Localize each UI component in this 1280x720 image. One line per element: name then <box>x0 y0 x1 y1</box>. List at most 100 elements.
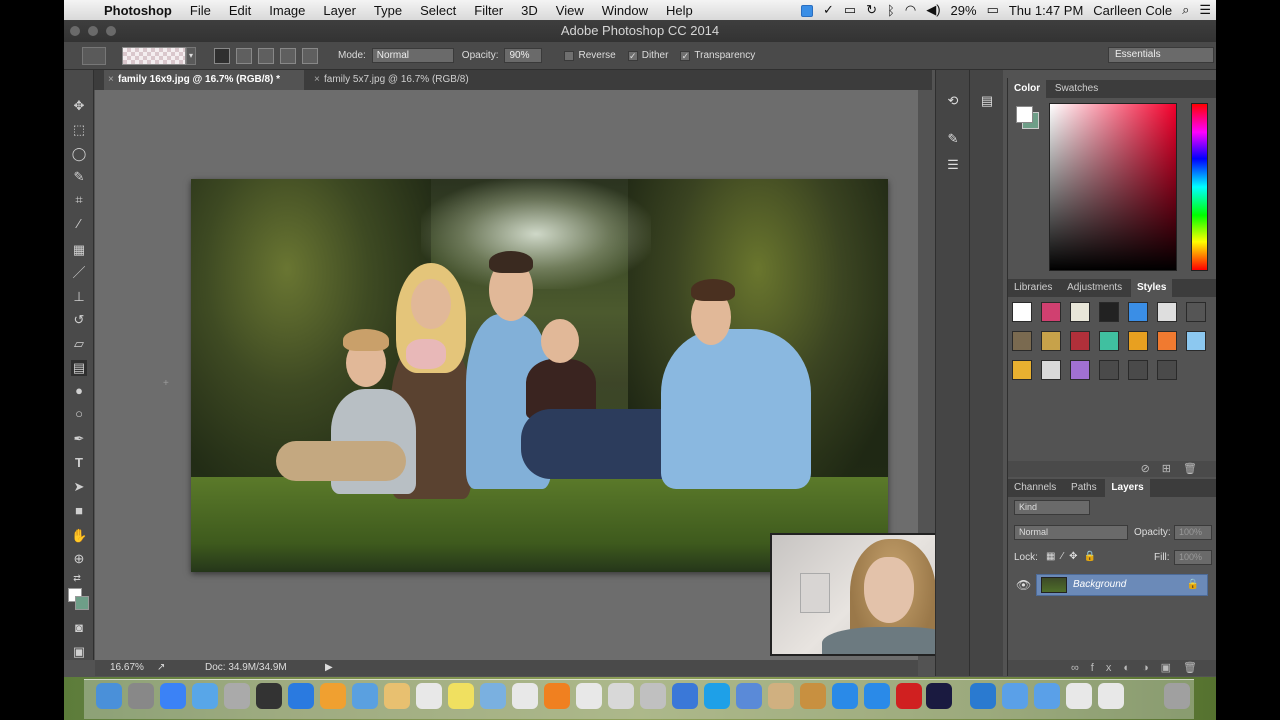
photo-booth-icon[interactable] <box>480 683 506 709</box>
menu-layer[interactable]: Layer <box>314 3 365 18</box>
style-preset-swatch[interactable] <box>1157 302 1177 322</box>
screen-mode-icon[interactable]: ▣ <box>71 644 87 660</box>
crop-tool-icon[interactable]: ⌗ <box>71 192 87 208</box>
eraser-tool-icon[interactable]: ▱ <box>71 336 87 352</box>
reminders-icon[interactable] <box>416 683 442 709</box>
clone-stamp-tool-icon[interactable]: ⊥ <box>71 289 87 305</box>
swap-colors-icon[interactable]: ⇄ <box>67 570 87 586</box>
history-panel-icon[interactable]: ⟲ <box>942 92 964 110</box>
folder-icon[interactable] <box>970 683 996 709</box>
documents-icon[interactable] <box>1066 683 1092 709</box>
zoom-tool-icon[interactable]: ⊕ <box>71 551 87 567</box>
menu-select[interactable]: Select <box>411 3 465 18</box>
folder-icon[interactable] <box>1002 683 1028 709</box>
background-color-swatch[interactable] <box>75 596 89 610</box>
style-preset-swatch[interactable] <box>1128 302 1148 322</box>
preview-icon[interactable] <box>352 683 378 709</box>
layer-filter-kind[interactable]: Kind <box>1014 500 1090 515</box>
dither-checkbox[interactable]: ✓ <box>627 50 638 61</box>
reverse-checkbox[interactable] <box>564 50 575 61</box>
quicktime-icon[interactable] <box>672 683 698 709</box>
layer-row-background[interactable]: Background 🔒 <box>1036 574 1208 596</box>
menu-view[interactable]: View <box>547 3 593 18</box>
brush-panel-icon[interactable]: ✎ <box>942 130 964 148</box>
menu-filter[interactable]: Filter <box>465 3 512 18</box>
style-preset-swatch[interactable] <box>1041 331 1061 351</box>
share-icon[interactable]: ↗ <box>157 660 165 676</box>
status-menu-arrow-icon[interactable]: ▶ <box>325 660 333 676</box>
menu-app-name[interactable]: Photoshop <box>100 3 181 18</box>
healing-brush-tool-icon[interactable]: ▦ <box>71 242 87 258</box>
menu-help[interactable]: Help <box>657 3 702 18</box>
folder-icon[interactable] <box>1034 683 1060 709</box>
time-machine-icon[interactable]: ↻ <box>861 2 882 18</box>
mode-dropdown[interactable]: Normal <box>371 48 454 63</box>
photo-slideshow-icon[interactable] <box>800 683 826 709</box>
radial-gradient-button[interactable] <box>236 47 252 64</box>
brush-tool-icon[interactable]: ／ <box>71 265 87 281</box>
style-preset-swatch[interactable] <box>1186 331 1206 351</box>
facetime-icon[interactable] <box>832 683 858 709</box>
layer-opacity-field[interactable]: 100% <box>1174 525 1212 540</box>
style-preset-swatch[interactable] <box>1012 331 1032 351</box>
pen-tool-icon[interactable]: ✒ <box>71 431 87 447</box>
tab-styles[interactable]: Styles <box>1130 279 1173 297</box>
style-preset-swatch[interactable] <box>1070 302 1090 322</box>
tab-paths[interactable]: Paths <box>1065 479 1103 497</box>
style-preset-swatch[interactable] <box>1012 302 1032 322</box>
style-preset-swatch[interactable] <box>1099 331 1119 351</box>
lasso-tool-icon[interactable]: ◯ <box>71 146 87 162</box>
dodge-tool-icon[interactable]: ○ <box>71 406 87 422</box>
safari-icon[interactable] <box>192 683 218 709</box>
style-preset-swatch[interactable] <box>1128 331 1148 351</box>
dropbox-icon[interactable] <box>796 3 818 18</box>
hue-slider[interactable] <box>1191 103 1208 271</box>
screenshot-icon[interactable] <box>640 683 666 709</box>
move-tool-icon[interactable]: ✥ <box>71 98 87 114</box>
skype-icon[interactable] <box>704 683 730 709</box>
layer-blend-mode[interactable]: Normal <box>1014 525 1128 540</box>
bluetooth-icon[interactable]: ᛒ <box>882 3 900 18</box>
screen-mirror-icon[interactable]: ▭ <box>839 2 861 18</box>
menu-type[interactable]: Type <box>365 3 411 18</box>
tab-family-16x9[interactable]: × family 16x9.jpg @ 16.7% (RGB/8) * <box>104 70 304 90</box>
mail-icon[interactable] <box>736 683 762 709</box>
photos-icon[interactable] <box>608 683 634 709</box>
volume-icon[interactable]: ◀) <box>921 2 945 18</box>
style-preset-swatch[interactable] <box>1041 360 1061 380</box>
stickies-icon[interactable] <box>448 683 474 709</box>
marquee-tool-icon[interactable]: ⬚ <box>71 122 87 138</box>
battery-icon[interactable]: ▭ <box>982 2 1004 18</box>
menu-file[interactable]: File <box>181 3 220 18</box>
menu-3d[interactable]: 3D <box>512 3 547 18</box>
image-capture-icon[interactable] <box>768 683 794 709</box>
menu-clock[interactable]: Thu 1:47 PM <box>1004 3 1088 18</box>
launchpad-icon[interactable] <box>224 683 250 709</box>
check-status-icon[interactable]: ✓ <box>818 2 839 18</box>
quick-select-tool-icon[interactable]: ✎ <box>71 169 87 185</box>
wifi-icon[interactable]: ◠ <box>900 2 921 18</box>
tab-color[interactable]: Color <box>1008 80 1047 98</box>
finder-icon[interactable] <box>96 683 122 709</box>
tool-preset-picker[interactable] <box>82 46 106 65</box>
close-tab-icon[interactable]: × <box>314 70 320 90</box>
layer-visibility-eye-icon[interactable]: 👁 <box>1016 578 1031 592</box>
tab-family-5x7[interactable]: × family 5x7.jpg @ 16.7% (RGB/8) <box>310 70 500 90</box>
close-window-button[interactable] <box>70 26 80 36</box>
appstore-icon[interactable] <box>160 683 186 709</box>
transparency-checkbox[interactable]: ✓ <box>680 50 691 61</box>
menu-edit[interactable]: Edit <box>220 3 260 18</box>
ibooks-icon[interactable] <box>320 683 346 709</box>
close-tab-icon[interactable]: × <box>108 70 114 90</box>
zoom-level[interactable]: 16.67% <box>110 660 144 676</box>
diamond-gradient-button[interactable] <box>302 47 318 64</box>
workspace-switcher[interactable]: Essentials <box>1108 47 1214 63</box>
style-preset-swatch[interactable] <box>1070 360 1090 380</box>
itunes-icon[interactable] <box>288 683 314 709</box>
dashboard-icon[interactable] <box>128 683 154 709</box>
angle-gradient-button[interactable] <box>258 47 274 64</box>
menu-user[interactable]: Carlleen Cole <box>1088 3 1177 18</box>
rectangle-tool-icon[interactable]: ■ <box>71 503 87 519</box>
notes-icon[interactable] <box>384 683 410 709</box>
photoshop-icon[interactable] <box>926 683 952 709</box>
